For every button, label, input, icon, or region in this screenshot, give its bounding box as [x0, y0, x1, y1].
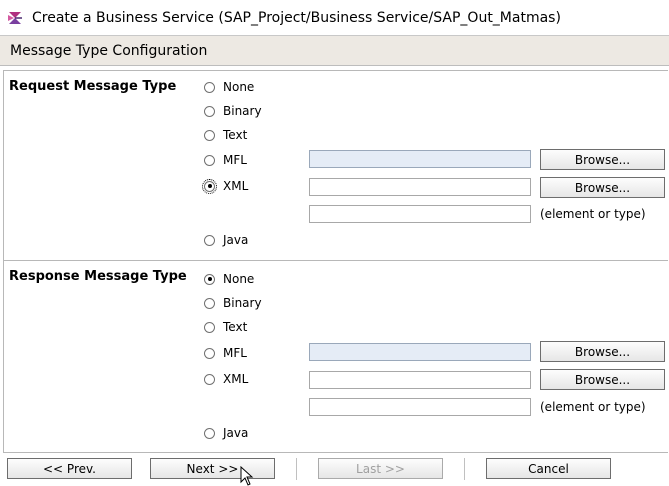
radio-circle[interactable] [204, 373, 215, 385]
radio-label: Java [223, 426, 249, 440]
request-radio-binary[interactable]: Binary [204, 104, 262, 118]
request-xml-field[interactable] [309, 178, 531, 196]
radio-label: MFL [223, 346, 247, 360]
radio-circle[interactable] [204, 105, 215, 117]
request-radio-java[interactable]: Java [204, 233, 248, 247]
radio-label: XML [223, 372, 249, 386]
response-radio-text[interactable]: Text [204, 320, 247, 334]
request-radio-none[interactable]: None [204, 80, 254, 94]
request-radio-text[interactable]: Text [204, 128, 247, 142]
cancel-button[interactable]: Cancel [486, 458, 611, 479]
response-xml-field[interactable] [309, 371, 531, 389]
radio-circle[interactable] [204, 81, 215, 93]
radio-circle[interactable] [204, 273, 215, 285]
radio-label: Binary [223, 104, 262, 118]
radio-label: Binary [223, 296, 262, 310]
radio-circle[interactable] [204, 347, 215, 359]
response-radio-none[interactable]: None [204, 272, 254, 286]
request-mfl-browse-button[interactable]: Browse... [540, 149, 665, 170]
request-element-hint: (element or type) [540, 207, 646, 221]
radio-label: XML [223, 179, 249, 193]
response-message-panel: Response Message Type None Binary Text M… [3, 260, 668, 453]
request-message-type-label: Request Message Type [9, 79, 177, 94]
radio-label: Text [223, 128, 248, 142]
radio-circle[interactable] [204, 297, 215, 309]
window-title-bar: Create a Business Service (SAP_Project/B… [0, 0, 669, 36]
response-xml-browse-button[interactable]: Browse... [540, 369, 665, 390]
response-radio-java[interactable]: Java [204, 426, 248, 440]
radio-label: None [223, 272, 255, 286]
next-button[interactable]: Next >> [150, 458, 275, 479]
radio-circle[interactable] [204, 154, 215, 166]
radio-label: MFL [223, 153, 247, 167]
radio-label: None [223, 80, 255, 94]
radio-circle[interactable] [204, 427, 215, 439]
mouse-pointer-icon [240, 466, 254, 486]
request-xml-browse-button[interactable]: Browse... [540, 177, 665, 198]
radio-circle[interactable] [204, 234, 215, 246]
radio-label: Text [223, 320, 248, 334]
business-service-icon [8, 11, 22, 24]
response-radio-xml[interactable]: XML [204, 372, 248, 386]
response-radio-mfl[interactable]: MFL [204, 346, 247, 360]
radio-label: Java [223, 233, 249, 247]
last-button[interactable]: Last >> [318, 458, 443, 479]
response-message-type-label: Response Message Type [9, 269, 187, 284]
request-element-field[interactable] [309, 205, 531, 223]
request-message-panel: Request Message Type None Binary Text MF… [3, 70, 668, 261]
button-separator [464, 458, 465, 480]
prev-button[interactable]: << Prev. [7, 458, 132, 479]
radio-circle[interactable] [204, 129, 215, 141]
section-header: Message Type Configuration [0, 36, 669, 66]
response-mfl-field[interactable] [309, 343, 531, 361]
request-radio-mfl[interactable]: MFL [204, 153, 247, 167]
request-mfl-field[interactable] [309, 150, 531, 168]
section-title: Message Type Configuration [10, 42, 208, 59]
button-separator [296, 458, 297, 480]
response-mfl-browse-button[interactable]: Browse... [540, 341, 665, 362]
response-element-hint: (element or type) [540, 400, 646, 414]
request-radio-xml[interactable]: XML [202, 178, 249, 194]
radio-circle[interactable] [204, 321, 215, 333]
radio-circle[interactable] [202, 178, 217, 194]
response-radio-binary[interactable]: Binary [204, 296, 262, 310]
window-title: Create a Business Service (SAP_Project/B… [32, 9, 561, 26]
response-element-field[interactable] [309, 398, 531, 416]
